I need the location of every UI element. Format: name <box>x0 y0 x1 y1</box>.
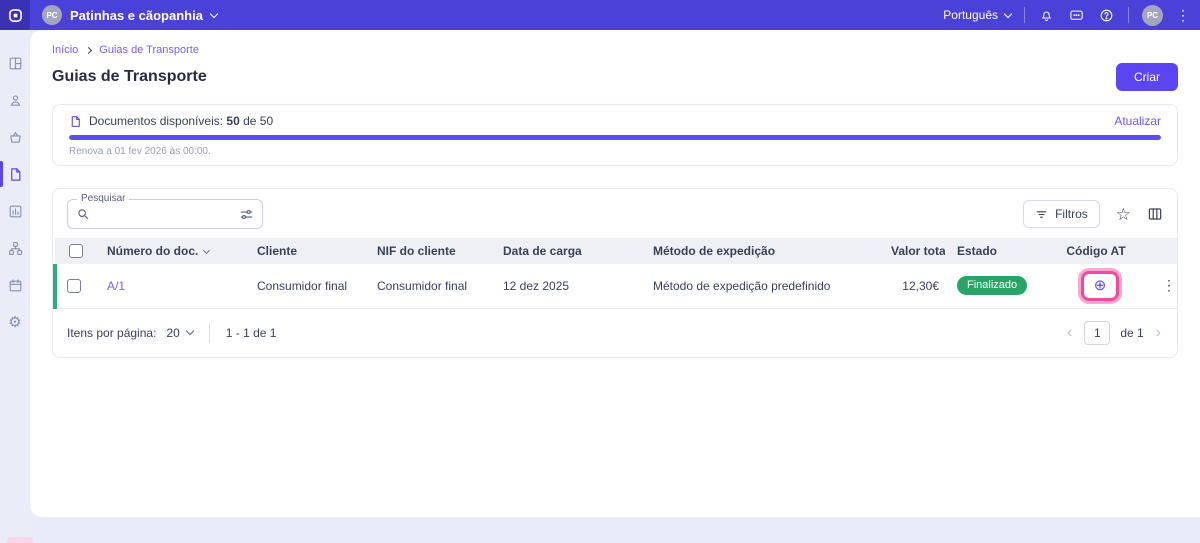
search-label: Pesquisar <box>77 193 130 204</box>
language-label: Português <box>943 8 998 22</box>
page-total-label: de 1 <box>1120 325 1144 340</box>
sidebar: ⚙ <box>0 30 30 543</box>
company-avatar: PC <box>42 5 62 25</box>
documents-available-count: 50 <box>226 114 240 128</box>
documents-banner: Documentos disponíveis: 50 de 50 Atualiz… <box>52 104 1178 166</box>
chevron-down-icon <box>209 9 219 18</box>
footer-divider <box>208 322 210 343</box>
plus-circle-icon: ⊕ <box>1093 277 1107 295</box>
columns-icon[interactable] <box>1147 206 1163 222</box>
page-number-input[interactable]: 1 <box>1084 320 1111 345</box>
cutoff-pink-widget[interactable] <box>7 537 33 543</box>
table-row: A/1 Consumidor final Consumidor final 12… <box>53 264 1177 309</box>
request-at-code-button[interactable]: ⊕ <box>1084 273 1116 298</box>
search-box: Pesquisar <box>67 193 263 229</box>
user-avatar[interactable]: PC <box>1142 4 1163 26</box>
filters-button[interactable]: Filtros <box>1023 200 1100 228</box>
breadcrumb-home-link[interactable]: Início <box>52 44 78 56</box>
highlight-ring: ⊕ <box>1078 267 1122 304</box>
sort-chevron-icon <box>203 246 211 255</box>
pagination: Itens por página: 20 1 - 1 de 1 ‹ 1 de 1… <box>53 309 1177 357</box>
documents-table: Número do doc. Cliente NIF do cliente Da… <box>53 238 1177 309</box>
documents-table-card: Pesquisar Filtros ☆ Número do doc. Clien… <box>52 188 1178 358</box>
prev-page-icon[interactable]: ‹ <box>1065 324 1074 341</box>
header-total: Valor total <box>879 238 945 264</box>
row-kebab-menu-icon[interactable]: ⋮ <box>1149 264 1177 309</box>
header-shipping-method: Método de expedição <box>641 238 879 264</box>
row-checkbox[interactable] <box>67 278 81 293</box>
documents-total-label: de 50 <box>243 114 274 128</box>
header-load-date: Data de carga <box>491 238 641 264</box>
refresh-link[interactable]: Atualizar <box>1114 114 1161 128</box>
chevron-right-icon <box>85 46 93 54</box>
sidebar-item-settings: ⚙ <box>0 313 30 331</box>
filter-icon <box>1036 210 1047 218</box>
tune-icon[interactable] <box>239 207 254 222</box>
doc-number-link[interactable]: A/1 <box>107 279 125 293</box>
total-cell: 12,30€ <box>879 264 945 309</box>
shipping-method-cell: Método de expedição predefinido <box>641 264 879 309</box>
sidebar-item-contacts[interactable] <box>0 91 30 109</box>
topbar-divider <box>1024 7 1025 23</box>
sidebar-item-items[interactable] <box>0 239 30 257</box>
gear-icon[interactable]: ⚙ <box>8 315 21 330</box>
sidebar-item-dashboard[interactable] <box>0 54 30 72</box>
sidebar-item-documents[interactable] <box>0 161 30 187</box>
topbar: PC Patinhas e cãopanhia Português PC ⋮ <box>0 0 1200 30</box>
client-cell: Consumidor final <box>245 264 365 309</box>
header-status: Estado <box>945 238 1043 264</box>
header-doc-number[interactable]: Número do doc. <box>95 238 245 264</box>
main-content: Início Guias de Transporte Guias de Tran… <box>30 30 1200 517</box>
documents-progress-bar <box>69 135 1161 140</box>
table-header-row: Número do doc. Cliente NIF do cliente Da… <box>55 238 1177 264</box>
documents-available-label: Documentos disponíveis: <box>89 114 224 128</box>
items-per-page-label: Itens por página: <box>67 325 157 340</box>
renewal-note: Renova a 01 fev 2026 às 00:00. <box>69 146 211 157</box>
select-all-checkbox[interactable] <box>69 244 83 258</box>
next-page-icon[interactable]: › <box>1154 324 1163 341</box>
topbar-divider <box>1128 7 1129 23</box>
header-client-nif: NIF do cliente <box>365 238 491 264</box>
company-selector[interactable]: PC Patinhas e cãopanhia <box>42 5 219 25</box>
page-title: Guias de Transporte <box>52 68 207 85</box>
sidebar-item-sales-basket[interactable] <box>0 128 30 146</box>
search-input[interactable] <box>96 207 233 221</box>
status-badge: Finalizado <box>957 276 1028 296</box>
company-name: Patinhas e cãopanhia <box>70 7 203 23</box>
create-button[interactable]: Criar <box>1116 63 1178 91</box>
breadcrumb: Início Guias de Transporte <box>52 44 1178 56</box>
chevron-down-icon <box>1003 9 1013 18</box>
load-date-cell: 12 dez 2025 <box>491 264 641 309</box>
documents-progress-fill <box>69 135 1161 140</box>
language-selector[interactable]: Português <box>943 8 1013 22</box>
chat-icon[interactable] <box>1068 7 1085 24</box>
header-client: Cliente <box>245 238 365 264</box>
client-nif-cell: Consumidor final <box>365 264 491 309</box>
topbar-kebab-menu-icon[interactable]: ⋮ <box>1176 8 1190 22</box>
sidebar-item-calendar[interactable] <box>0 276 30 294</box>
filters-label: Filtros <box>1055 207 1088 221</box>
app-logo-icon[interactable] <box>0 0 30 30</box>
items-per-page-select[interactable]: 20 <box>166 326 195 340</box>
header-actions <box>1149 238 1177 264</box>
range-label: 1 - 1 de 1 <box>225 325 277 340</box>
sidebar-item-reports[interactable] <box>0 202 30 220</box>
header-at-code: Código AT <box>1043 238 1149 264</box>
chevron-down-icon <box>185 326 195 336</box>
breadcrumb-current-link[interactable]: Guias de Transporte <box>99 44 199 56</box>
search-icon <box>78 209 89 220</box>
favorite-star-icon[interactable]: ☆ <box>1116 206 1131 223</box>
help-icon[interactable] <box>1098 7 1115 24</box>
notifications-bell-icon[interactable] <box>1038 7 1055 24</box>
document-icon <box>71 115 80 127</box>
